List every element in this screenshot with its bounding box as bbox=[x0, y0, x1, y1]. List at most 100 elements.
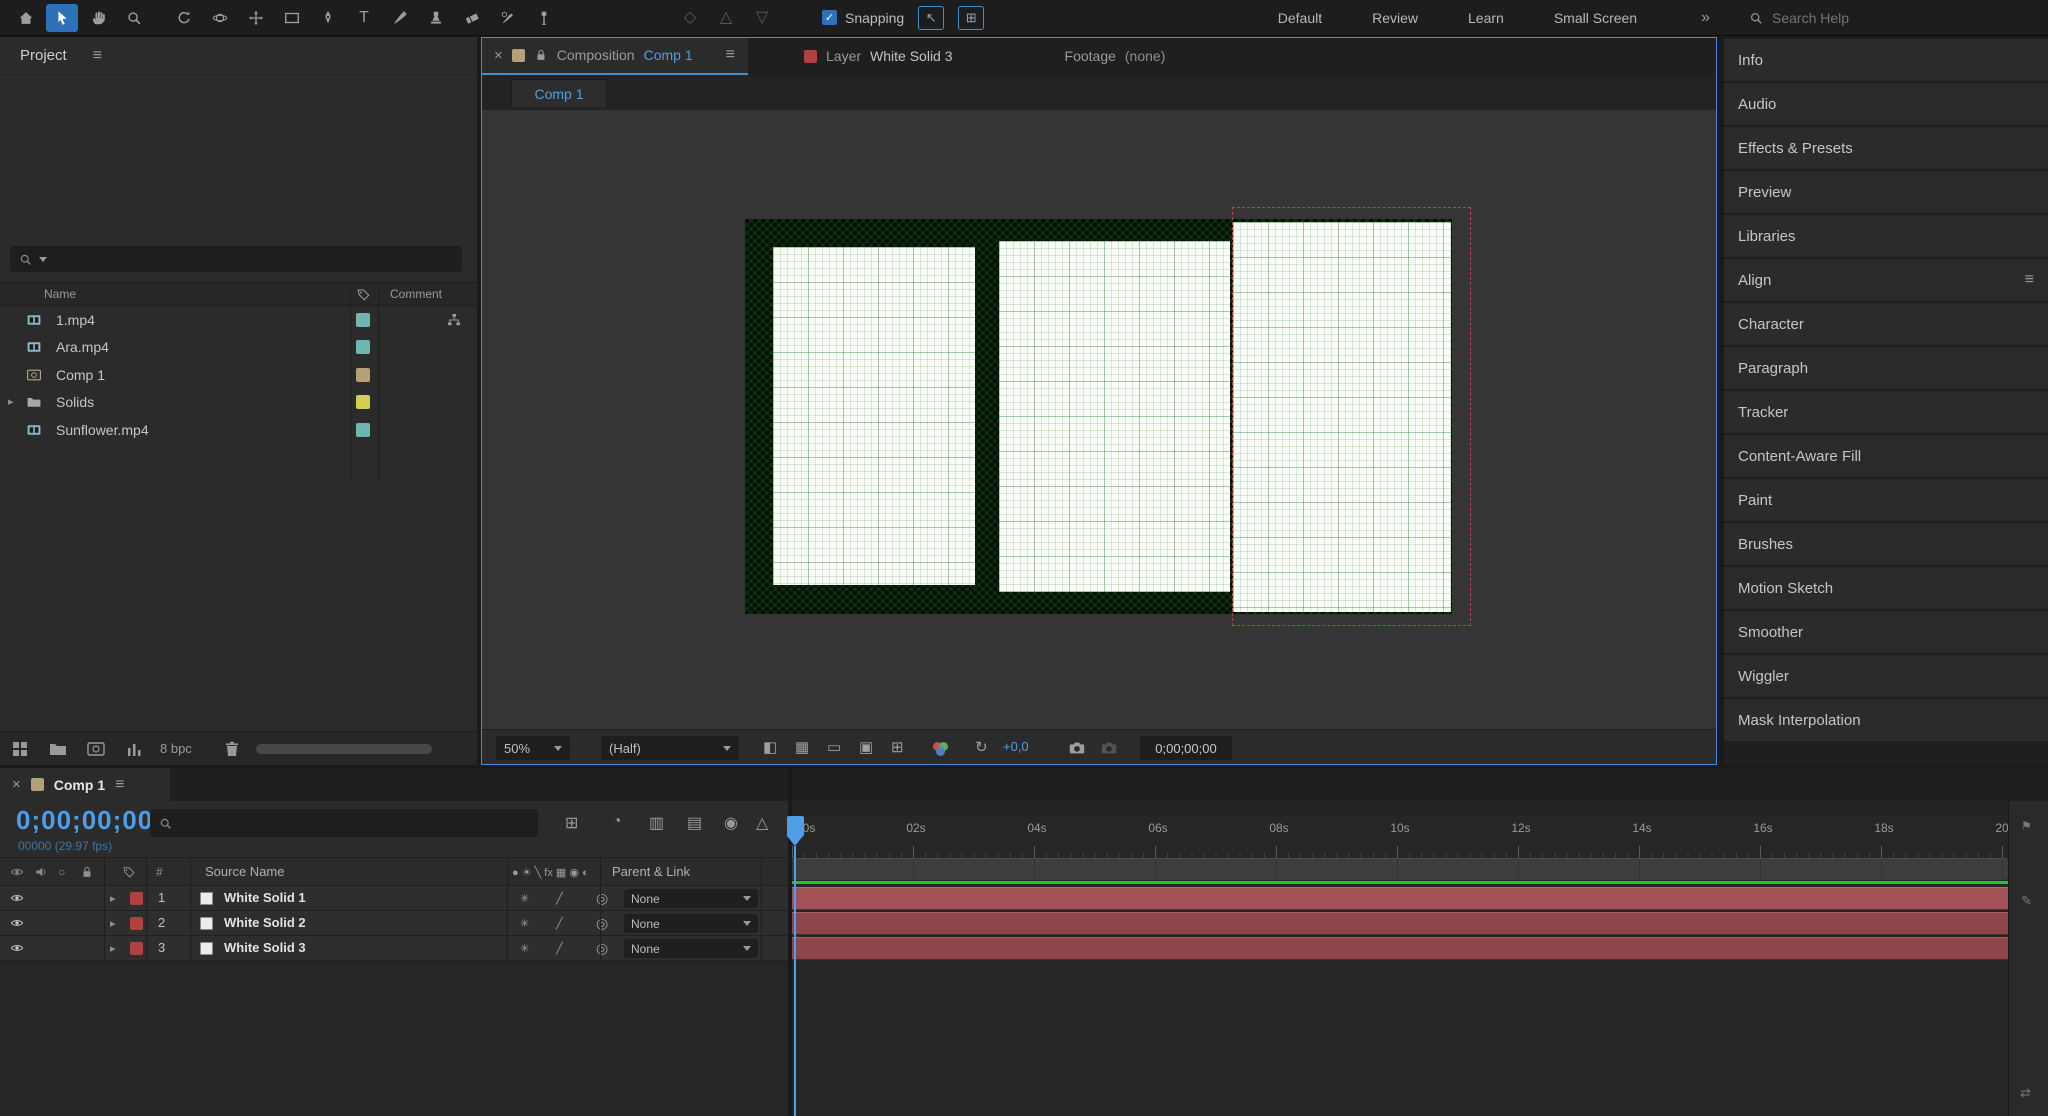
expand-chevron-icon[interactable]: ▸ bbox=[110, 942, 116, 955]
transparency-grid-icon[interactable]: ▦ bbox=[795, 738, 809, 758]
project-search-input[interactable] bbox=[53, 251, 454, 267]
tab-layer[interactable]: Layer White Solid 3 bbox=[804, 48, 953, 64]
pickwhip-icon[interactable]: ◎ bbox=[596, 890, 608, 907]
timeline-search-box[interactable] bbox=[150, 809, 538, 837]
snapshot-camera-icon[interactable] bbox=[1068, 739, 1086, 757]
project-panel-menu-icon[interactable]: ≡ bbox=[93, 47, 102, 65]
resolution-dropdown[interactable]: (Half) bbox=[601, 736, 739, 760]
pan-behind-tool[interactable] bbox=[240, 4, 272, 32]
panel-tab-mask-interpolation[interactable]: Mask Interpolation bbox=[1724, 699, 2048, 741]
layer-row-1[interactable]: ▸ 1 White Solid 1 ✳ ╱ ◎ None bbox=[0, 886, 788, 911]
label-color-swatch[interactable] bbox=[356, 367, 370, 382]
label-column-tag-icon[interactable] bbox=[122, 865, 136, 879]
white-solid-2-layer[interactable] bbox=[999, 241, 1230, 592]
parent-link-dropdown[interactable]: None bbox=[624, 889, 758, 908]
interpret-footage-icon[interactable] bbox=[10, 739, 30, 759]
work-area-bar[interactable] bbox=[792, 858, 2008, 880]
source-name-column-label[interactable]: Source Name bbox=[205, 865, 284, 879]
layer-duration-bar-2[interactable] bbox=[792, 912, 2008, 935]
panel-menu-icon[interactable]: ≡ bbox=[115, 776, 124, 794]
panel-tab-align[interactable]: Align ≡ bbox=[1724, 259, 2048, 301]
parent-link-dropdown[interactable]: None bbox=[624, 914, 758, 933]
close-tab-icon[interactable]: × bbox=[12, 776, 21, 793]
label-color-swatch[interactable] bbox=[356, 422, 370, 437]
exposure-value[interactable]: +0,0 bbox=[1003, 739, 1029, 754]
snap-beyond-range-button[interactable]: ⊞ bbox=[958, 5, 985, 30]
composition-viewport[interactable] bbox=[481, 110, 1717, 729]
viewer-subtab-comp1[interactable]: Comp 1 bbox=[511, 79, 607, 107]
reset-exposure-icon[interactable]: ↻ bbox=[975, 738, 988, 758]
draft-3d-icon[interactable]: ◔ bbox=[612, 813, 622, 831]
quality-switch-icon[interactable]: ✳ bbox=[520, 942, 529, 955]
help-search[interactable] bbox=[1748, 9, 2038, 26]
panel-tab-brushes[interactable]: Brushes bbox=[1724, 523, 2048, 565]
eraser-tool[interactable] bbox=[456, 4, 488, 32]
grid-guides-icon[interactable]: ⊞ bbox=[891, 738, 904, 758]
solo-column-icon[interactable]: ○ bbox=[58, 865, 65, 879]
comp-button-icon[interactable]: ✎ bbox=[2021, 893, 2032, 909]
panel-tab-paint[interactable]: Paint bbox=[1724, 479, 2048, 521]
lock-column-icon[interactable] bbox=[80, 865, 94, 879]
pen-tool[interactable] bbox=[312, 4, 344, 32]
panel-tab-wiggler[interactable]: Wiggler bbox=[1724, 655, 2048, 697]
current-timecode[interactable]: 0;00;00;00 bbox=[16, 805, 153, 836]
playhead-line[interactable] bbox=[794, 846, 796, 1116]
hand-tool[interactable] bbox=[82, 4, 114, 32]
search-scope-caret-icon[interactable] bbox=[39, 256, 47, 262]
column-comment[interactable]: Comment bbox=[390, 283, 442, 305]
layer-name[interactable]: White Solid 3 bbox=[224, 940, 306, 955]
timeline-tab-comp1[interactable]: × Comp 1 ≡ bbox=[0, 768, 170, 801]
lock-icon[interactable] bbox=[534, 48, 548, 62]
eye-column-icon[interactable] bbox=[10, 865, 24, 879]
snapping-checkbox[interactable]: ✓ bbox=[822, 10, 837, 25]
panel-tab-libraries[interactable]: Libraries bbox=[1724, 215, 2048, 257]
trash-icon[interactable] bbox=[222, 739, 242, 759]
tab-footage[interactable]: Footage (none) bbox=[1065, 48, 1166, 64]
timeline-search-input[interactable] bbox=[179, 815, 530, 831]
expand-chevron-icon[interactable]: ▸ bbox=[110, 917, 116, 930]
label-color-swatch[interactable] bbox=[356, 394, 370, 409]
layer-duration-bar-3[interactable] bbox=[792, 937, 2008, 960]
layer-row-3[interactable]: ▸ 3 White Solid 3 ✳ ╱ ◎ None bbox=[0, 936, 788, 961]
horizontal-scrollbar[interactable] bbox=[256, 744, 432, 754]
project-item-row[interactable]: ▸ Solids bbox=[0, 388, 477, 415]
quality-switch-icon[interactable]: ✳ bbox=[520, 892, 529, 905]
ruler-toggle-icon[interactable]: ◧ bbox=[763, 738, 777, 758]
close-tab-icon[interactable]: × bbox=[494, 47, 503, 64]
switches-column-icons[interactable]: ● ☀ ╲ fx ▦ ◉ ◐ bbox=[512, 866, 589, 879]
audio-column-icon[interactable] bbox=[34, 865, 48, 879]
panel-tab-motion-sketch[interactable]: Motion Sketch bbox=[1724, 567, 2048, 609]
white-solid-1-layer[interactable] bbox=[773, 247, 975, 585]
number-column-label[interactable]: # bbox=[156, 865, 163, 879]
workspace-review[interactable]: Review bbox=[1372, 10, 1418, 26]
shape-tool[interactable] bbox=[276, 4, 308, 32]
layer-name[interactable]: White Solid 2 bbox=[224, 915, 306, 930]
label-color-swatch[interactable] bbox=[356, 339, 370, 354]
panel-tab-content-aware-fill[interactable]: Content-Aware Fill bbox=[1724, 435, 2048, 477]
mini-flowchart-icon[interactable]: ⊞ bbox=[565, 813, 578, 833]
project-item-row[interactable]: Ara.mp4 bbox=[0, 333, 477, 360]
column-divider[interactable] bbox=[190, 858, 191, 961]
snap-to-feature-button[interactable]: ↖ bbox=[918, 5, 945, 30]
column-name[interactable]: Name bbox=[44, 283, 76, 305]
roto-brush-tool[interactable] bbox=[492, 4, 524, 32]
column-divider[interactable] bbox=[104, 858, 105, 961]
playhead-marker[interactable] bbox=[787, 816, 804, 846]
time-ruler[interactable]: 00s 02s 04s 06s 08s 10s 12s 14s 16s 18s … bbox=[792, 815, 2015, 858]
panel-tab-audio[interactable]: Audio bbox=[1724, 83, 2048, 125]
pickwhip-icon[interactable]: ◎ bbox=[596, 915, 608, 932]
shy-layers-icon[interactable]: ▥ bbox=[649, 813, 664, 833]
column-divider[interactable] bbox=[761, 858, 762, 961]
levels-icon[interactable] bbox=[124, 739, 144, 759]
rotation-tool[interactable] bbox=[168, 4, 200, 32]
column-divider[interactable] bbox=[600, 858, 601, 961]
magnification-dropdown[interactable]: 50% bbox=[496, 736, 570, 760]
new-folder-icon[interactable] bbox=[48, 739, 68, 759]
panel-tab-preview[interactable]: Preview bbox=[1724, 171, 2048, 213]
parent-link-dropdown[interactable]: None bbox=[624, 939, 758, 958]
project-item-row[interactable]: Comp 1 bbox=[0, 361, 477, 388]
toggle-switches-modes-icon[interactable]: ⇄ bbox=[2020, 1085, 2031, 1101]
clone-stamp-tool[interactable] bbox=[420, 4, 452, 32]
frame-blending-icon[interactable]: ▤ bbox=[687, 813, 702, 833]
type-tool[interactable]: T bbox=[348, 4, 380, 32]
